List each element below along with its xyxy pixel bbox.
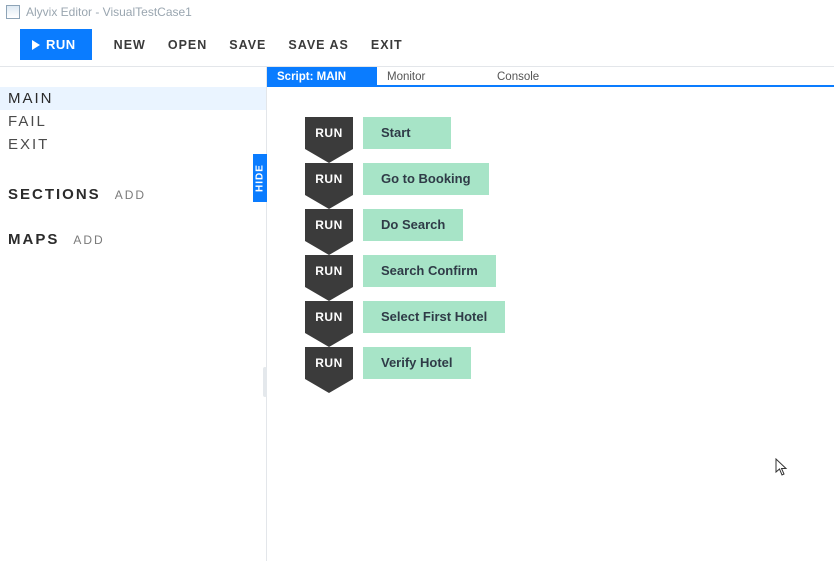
flow-node-step[interactable]: Search Confirm <box>363 255 496 287</box>
flow-node: RUN Select First Hotel <box>305 301 834 333</box>
flow-node-tag[interactable]: RUN <box>305 301 353 333</box>
run-button-label: RUN <box>46 37 76 52</box>
flow-node-step[interactable]: Select First Hotel <box>363 301 505 333</box>
menu-new[interactable]: NEW <box>114 38 146 52</box>
app-icon <box>6 5 20 19</box>
sections-add-button[interactable]: ADD <box>115 188 146 202</box>
main-area: MAIN FAIL EXIT SECTIONS ADD MAPS ADD Scr… <box>0 66 834 561</box>
script-flow-area: RUN Start RUN Go to Booking RUN Do Searc… <box>267 87 834 379</box>
flow-node-step[interactable]: Do Search <box>363 209 463 241</box>
flow-node: RUN Search Confirm <box>305 255 834 287</box>
run-button[interactable]: RUN <box>20 29 92 60</box>
flow-node: RUN Start <box>305 117 834 149</box>
right-panel: Script: MAIN Monitor Console HIDE RUN St… <box>267 67 834 561</box>
window-title: Alyvix Editor - VisualTestCase1 <box>26 5 192 19</box>
tab-monitor[interactable]: Monitor <box>377 67 487 85</box>
flow-node: RUN Do Search <box>305 209 834 241</box>
script-item-exit[interactable]: EXIT <box>0 133 266 156</box>
maps-add-button[interactable]: ADD <box>73 233 104 247</box>
flow-node-step[interactable]: Start <box>363 117 451 149</box>
flow-node: RUN Verify Hotel <box>305 347 834 379</box>
flow-node-tag[interactable]: RUN <box>305 347 353 379</box>
script-item-main[interactable]: MAIN <box>0 87 266 110</box>
script-item-fail[interactable]: FAIL <box>0 110 266 133</box>
editor-tabs: Script: MAIN Monitor Console <box>267 67 834 87</box>
flow-node-tag[interactable]: RUN <box>305 255 353 287</box>
tab-script[interactable]: Script: MAIN <box>267 67 377 85</box>
flow-node-tag[interactable]: RUN <box>305 163 353 195</box>
menu-save-as[interactable]: SAVE AS <box>288 38 349 52</box>
left-panel: MAIN FAIL EXIT SECTIONS ADD MAPS ADD <box>0 67 267 561</box>
menu-exit[interactable]: EXIT <box>371 38 403 52</box>
maps-label: MAPS <box>8 231 59 248</box>
maps-header: MAPS ADD <box>0 219 266 250</box>
menu-save[interactable]: SAVE <box>229 38 266 52</box>
flow-node-step[interactable]: Verify Hotel <box>363 347 471 379</box>
menu-open[interactable]: OPEN <box>168 38 207 52</box>
sections-header: SECTIONS ADD <box>0 174 266 205</box>
script-list: MAIN FAIL EXIT <box>0 87 266 156</box>
flow-node: RUN Go to Booking <box>305 163 834 195</box>
tab-console[interactable]: Console <box>487 67 597 85</box>
flow-node-step[interactable]: Go to Booking <box>363 163 489 195</box>
main-toolbar: RUN NEW OPEN SAVE SAVE AS EXIT <box>0 24 834 66</box>
hide-panel-button[interactable]: HIDE <box>253 154 267 202</box>
flow-node-tag[interactable]: RUN <box>305 209 353 241</box>
flow-node-tag[interactable]: RUN <box>305 117 353 149</box>
sections-label: SECTIONS <box>8 186 101 203</box>
play-icon <box>32 40 40 50</box>
window-titlebar: Alyvix Editor - VisualTestCase1 <box>0 0 834 24</box>
